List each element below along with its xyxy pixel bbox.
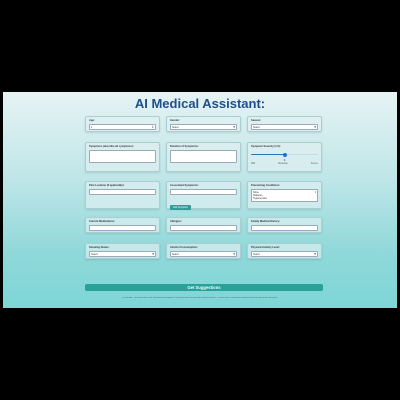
allergies-label: Allergies: [170, 220, 182, 223]
medications-input[interactable] [89, 225, 156, 231]
allergies-card: Allergies: [166, 217, 241, 233]
pain-location-label: Pain Location (if applicable): [89, 184, 125, 187]
smoking-select[interactable]: Select [89, 251, 156, 257]
scrollbar-icon[interactable]: ⇕ [314, 191, 316, 194]
symptoms-label: Symptoms (describe all symptoms): [89, 145, 134, 148]
slider-thumb[interactable] [282, 152, 287, 157]
activity-label: Physical Activity Level: [251, 246, 280, 249]
age-input[interactable]: 1 ⇕ [89, 124, 156, 130]
allergies-input[interactable] [170, 225, 237, 231]
medications-card: Current Medications: [85, 217, 160, 233]
severity-slider[interactable] [251, 152, 318, 157]
severity-label: Symptom Severity (1-5): [251, 145, 281, 148]
gender-card: Gender: Select [166, 116, 241, 132]
activity-select[interactable]: Select [251, 251, 318, 257]
severity-card: Symptom Severity (1-5): 3 Mild Moderate … [247, 142, 322, 172]
associated-card: Associated Symptoms: Add Symptom [166, 181, 241, 210]
preexisting-label: Preexisting Conditions: [251, 184, 281, 187]
age-label: Age: [89, 119, 95, 122]
form-grid: Age: 1 ⇕ Gender: Select Season: Select S… [85, 116, 323, 259]
preexisting-multiselect[interactable]: None Diabetes Hypertension ⇕ [251, 189, 318, 202]
add-symptom-button[interactable]: Add Symptom [170, 205, 192, 210]
symptoms-card: Symptoms (describe all symptoms): [85, 142, 160, 172]
family-history-card: Family Medical History: [247, 217, 322, 233]
pain-location-input[interactable] [89, 189, 156, 195]
season-card: Season: Select [247, 116, 322, 132]
season-select[interactable]: Select [251, 124, 318, 130]
stepper-icon[interactable]: ⇕ [151, 125, 154, 130]
slider-fill [251, 154, 285, 156]
smoking-card: Smoking Status: Select [85, 243, 160, 259]
gender-label: Gender: [170, 119, 180, 122]
gender-select[interactable]: Select [170, 124, 237, 130]
season-label: Season: [251, 119, 262, 122]
family-history-input[interactable] [251, 225, 318, 231]
severity-value: 3 [283, 158, 286, 163]
family-history-label: Family Medical History: [251, 220, 280, 223]
duration-textarea[interactable] [170, 150, 237, 163]
app-window: AI Medical Assistant: Age: 1 ⇕ Gender: S… [3, 92, 397, 308]
age-card: Age: 1 ⇕ [85, 116, 160, 132]
alcohol-select[interactable]: Select [170, 251, 237, 257]
severity-scale: Mild Moderate Severe [251, 163, 318, 165]
option-hypertension[interactable]: Hypertension [253, 197, 316, 200]
activity-card: Physical Activity Level: Select [247, 243, 322, 259]
alcohol-label: Alcohol Consumption: [170, 246, 198, 249]
scale-mid-label: Moderate [278, 163, 288, 166]
pain-location-card: Pain Location (if applicable): [85, 181, 160, 209]
disclaimer-text: Disclaimer: This assistant is for inform… [122, 297, 278, 299]
scale-min-label: Mild [251, 163, 256, 166]
preexisting-card: Preexisting Conditions: None Diabetes Hy… [247, 181, 322, 209]
associated-input[interactable] [170, 189, 237, 195]
page-title: AI Medical Assistant: [134, 96, 266, 111]
scale-max-label: Severe [310, 163, 318, 166]
smoking-label: Smoking Status: [89, 246, 110, 249]
associated-label: Associated Symptoms: [170, 184, 199, 187]
duration-label: Duration of Symptoms: [170, 145, 199, 148]
age-value: 1 [91, 126, 93, 129]
symptoms-textarea[interactable] [89, 150, 156, 163]
get-suggestions-button[interactable]: Get Suggestions [85, 284, 323, 291]
duration-card: Duration of Symptoms: [166, 142, 241, 172]
medications-label: Current Medications: [89, 220, 115, 223]
alcohol-card: Alcohol Consumption: Select [166, 243, 241, 259]
